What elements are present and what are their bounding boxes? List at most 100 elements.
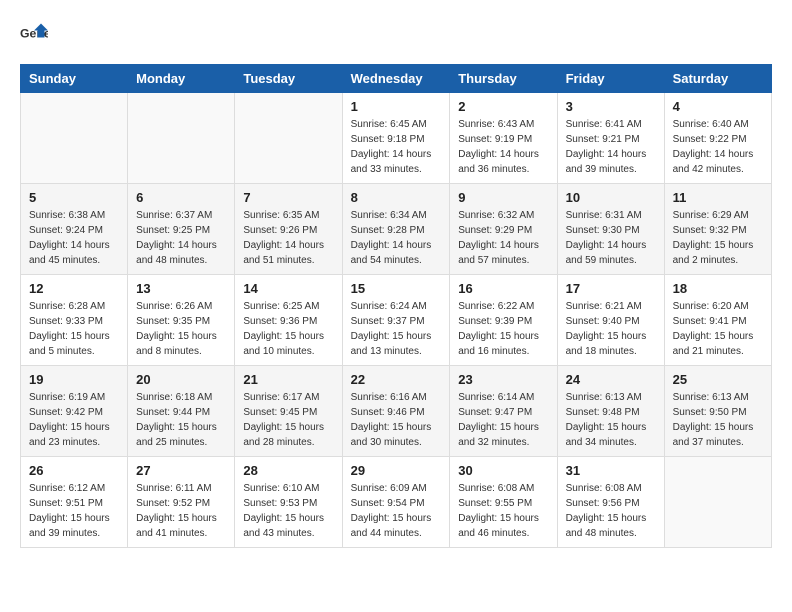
day-number: 20 — [136, 372, 226, 387]
day-info: Sunrise: 6:34 AM Sunset: 9:28 PM Dayligh… — [351, 208, 442, 268]
day-number: 5 — [29, 190, 119, 205]
calendar: SundayMondayTuesdayWednesdayThursdayFrid… — [20, 64, 772, 548]
day-number: 28 — [243, 463, 333, 478]
day-number: 26 — [29, 463, 119, 478]
day-number: 27 — [136, 463, 226, 478]
calendar-cell: 28 Sunrise: 6:10 AM Sunset: 9:53 PM Dayli… — [235, 457, 342, 548]
day-info: Sunrise: 6:20 AM Sunset: 9:41 PM Dayligh… — [673, 299, 763, 359]
header: General — [20, 20, 772, 48]
day-info: Sunrise: 6:10 AM Sunset: 9:53 PM Dayligh… — [243, 481, 333, 541]
day-info: Sunrise: 6:24 AM Sunset: 9:37 PM Dayligh… — [351, 299, 442, 359]
day-number: 10 — [566, 190, 656, 205]
calendar-cell: 18 Sunrise: 6:20 AM Sunset: 9:41 PM Dayli… — [664, 275, 771, 366]
day-info: Sunrise: 6:13 AM Sunset: 9:50 PM Dayligh… — [673, 390, 763, 450]
calendar-cell — [235, 93, 342, 184]
day-info: Sunrise: 6:25 AM Sunset: 9:36 PM Dayligh… — [243, 299, 333, 359]
day-number: 4 — [673, 99, 763, 114]
day-number: 6 — [136, 190, 226, 205]
column-header-tuesday: Tuesday — [235, 65, 342, 93]
day-info: Sunrise: 6:22 AM Sunset: 9:39 PM Dayligh… — [458, 299, 548, 359]
calendar-cell: 3 Sunrise: 6:41 AM Sunset: 9:21 PM Daylig… — [557, 93, 664, 184]
column-header-wednesday: Wednesday — [342, 65, 450, 93]
logo-icon: General — [20, 20, 48, 48]
calendar-cell: 17 Sunrise: 6:21 AM Sunset: 9:40 PM Dayli… — [557, 275, 664, 366]
calendar-cell: 21 Sunrise: 6:17 AM Sunset: 9:45 PM Dayli… — [235, 366, 342, 457]
day-info: Sunrise: 6:16 AM Sunset: 9:46 PM Dayligh… — [351, 390, 442, 450]
day-info: Sunrise: 6:28 AM Sunset: 9:33 PM Dayligh… — [29, 299, 119, 359]
day-number: 12 — [29, 281, 119, 296]
calendar-cell: 1 Sunrise: 6:45 AM Sunset: 9:18 PM Daylig… — [342, 93, 450, 184]
calendar-cell: 7 Sunrise: 6:35 AM Sunset: 9:26 PM Daylig… — [235, 184, 342, 275]
day-info: Sunrise: 6:45 AM Sunset: 9:18 PM Dayligh… — [351, 117, 442, 177]
column-header-friday: Friday — [557, 65, 664, 93]
calendar-cell: 23 Sunrise: 6:14 AM Sunset: 9:47 PM Dayli… — [450, 366, 557, 457]
calendar-cell: 13 Sunrise: 6:26 AM Sunset: 9:35 PM Dayli… — [128, 275, 235, 366]
calendar-header-row: SundayMondayTuesdayWednesdayThursdayFrid… — [21, 65, 772, 93]
calendar-cell: 14 Sunrise: 6:25 AM Sunset: 9:36 PM Dayli… — [235, 275, 342, 366]
day-info: Sunrise: 6:31 AM Sunset: 9:30 PM Dayligh… — [566, 208, 656, 268]
day-number: 19 — [29, 372, 119, 387]
day-number: 3 — [566, 99, 656, 114]
day-info: Sunrise: 6:18 AM Sunset: 9:44 PM Dayligh… — [136, 390, 226, 450]
day-number: 25 — [673, 372, 763, 387]
day-info: Sunrise: 6:17 AM Sunset: 9:45 PM Dayligh… — [243, 390, 333, 450]
calendar-cell: 6 Sunrise: 6:37 AM Sunset: 9:25 PM Daylig… — [128, 184, 235, 275]
day-number: 31 — [566, 463, 656, 478]
calendar-cell: 12 Sunrise: 6:28 AM Sunset: 9:33 PM Dayli… — [21, 275, 128, 366]
calendar-week-row: 26Sunrise: 6:12 AM Sunset: 9:51 PM Dayli… — [21, 457, 772, 548]
calendar-cell: 10 Sunrise: 6:31 AM Sunset: 9:30 PM Dayli… — [557, 184, 664, 275]
day-info: Sunrise: 6:11 AM Sunset: 9:52 PM Dayligh… — [136, 481, 226, 541]
calendar-cell: 11Sunrise: 6:29 AM Sunset: 9:32 PM Dayli… — [664, 184, 771, 275]
day-info: Sunrise: 6:37 AM Sunset: 9:25 PM Dayligh… — [136, 208, 226, 268]
day-info: Sunrise: 6:08 AM Sunset: 9:55 PM Dayligh… — [458, 481, 548, 541]
day-number: 8 — [351, 190, 442, 205]
calendar-cell — [664, 457, 771, 548]
calendar-cell: 24Sunrise: 6:13 AM Sunset: 9:48 PM Dayli… — [557, 366, 664, 457]
column-header-thursday: Thursday — [450, 65, 557, 93]
calendar-cell — [21, 93, 128, 184]
day-number: 14 — [243, 281, 333, 296]
day-number: 30 — [458, 463, 548, 478]
column-header-monday: Monday — [128, 65, 235, 93]
day-info: Sunrise: 6:41 AM Sunset: 9:21 PM Dayligh… — [566, 117, 656, 177]
day-number: 18 — [673, 281, 763, 296]
column-header-saturday: Saturday — [664, 65, 771, 93]
calendar-cell: 22Sunrise: 6:16 AM Sunset: 9:46 PM Dayli… — [342, 366, 450, 457]
calendar-week-row: 5Sunrise: 6:38 AM Sunset: 9:24 PM Daylig… — [21, 184, 772, 275]
calendar-cell: 30 Sunrise: 6:08 AM Sunset: 9:55 PM Dayli… — [450, 457, 557, 548]
day-number: 21 — [243, 372, 333, 387]
day-info: Sunrise: 6:14 AM Sunset: 9:47 PM Dayligh… — [458, 390, 548, 450]
day-number: 1 — [351, 99, 442, 114]
day-number: 9 — [458, 190, 548, 205]
day-number: 23 — [458, 372, 548, 387]
calendar-week-row: 1 Sunrise: 6:45 AM Sunset: 9:18 PM Daylig… — [21, 93, 772, 184]
calendar-cell: 25 Sunrise: 6:13 AM Sunset: 9:50 PM Dayli… — [664, 366, 771, 457]
day-info: Sunrise: 6:21 AM Sunset: 9:40 PM Dayligh… — [566, 299, 656, 359]
calendar-cell: 19 Sunrise: 6:19 AM Sunset: 9:42 PM Dayli… — [21, 366, 128, 457]
calendar-cell: 16 Sunrise: 6:22 AM Sunset: 9:39 PM Dayli… — [450, 275, 557, 366]
calendar-week-row: 12 Sunrise: 6:28 AM Sunset: 9:33 PM Dayli… — [21, 275, 772, 366]
day-info: Sunrise: 6:32 AM Sunset: 9:29 PM Dayligh… — [458, 208, 548, 268]
day-number: 24 — [566, 372, 656, 387]
calendar-cell: 2 Sunrise: 6:43 AM Sunset: 9:19 PM Daylig… — [450, 93, 557, 184]
day-number: 17 — [566, 281, 656, 296]
calendar-cell: 15Sunrise: 6:24 AM Sunset: 9:37 PM Dayli… — [342, 275, 450, 366]
calendar-cell: 31 Sunrise: 6:08 AM Sunset: 9:56 PM Dayli… — [557, 457, 664, 548]
column-header-sunday: Sunday — [21, 65, 128, 93]
day-info: Sunrise: 6:43 AM Sunset: 9:19 PM Dayligh… — [458, 117, 548, 177]
calendar-cell: 9 Sunrise: 6:32 AM Sunset: 9:29 PM Daylig… — [450, 184, 557, 275]
day-info: Sunrise: 6:26 AM Sunset: 9:35 PM Dayligh… — [136, 299, 226, 359]
day-number: 13 — [136, 281, 226, 296]
day-number: 2 — [458, 99, 548, 114]
day-info: Sunrise: 6:19 AM Sunset: 9:42 PM Dayligh… — [29, 390, 119, 450]
calendar-week-row: 19 Sunrise: 6:19 AM Sunset: 9:42 PM Dayli… — [21, 366, 772, 457]
calendar-cell: 4Sunrise: 6:40 AM Sunset: 9:22 PM Daylig… — [664, 93, 771, 184]
day-info: Sunrise: 6:09 AM Sunset: 9:54 PM Dayligh… — [351, 481, 442, 541]
day-info: Sunrise: 6:35 AM Sunset: 9:26 PM Dayligh… — [243, 208, 333, 268]
calendar-cell: 20 Sunrise: 6:18 AM Sunset: 9:44 PM Dayli… — [128, 366, 235, 457]
day-number: 16 — [458, 281, 548, 296]
day-info: Sunrise: 6:29 AM Sunset: 9:32 PM Dayligh… — [673, 208, 763, 268]
day-info: Sunrise: 6:08 AM Sunset: 9:56 PM Dayligh… — [566, 481, 656, 541]
day-number: 29 — [351, 463, 442, 478]
day-number: 7 — [243, 190, 333, 205]
